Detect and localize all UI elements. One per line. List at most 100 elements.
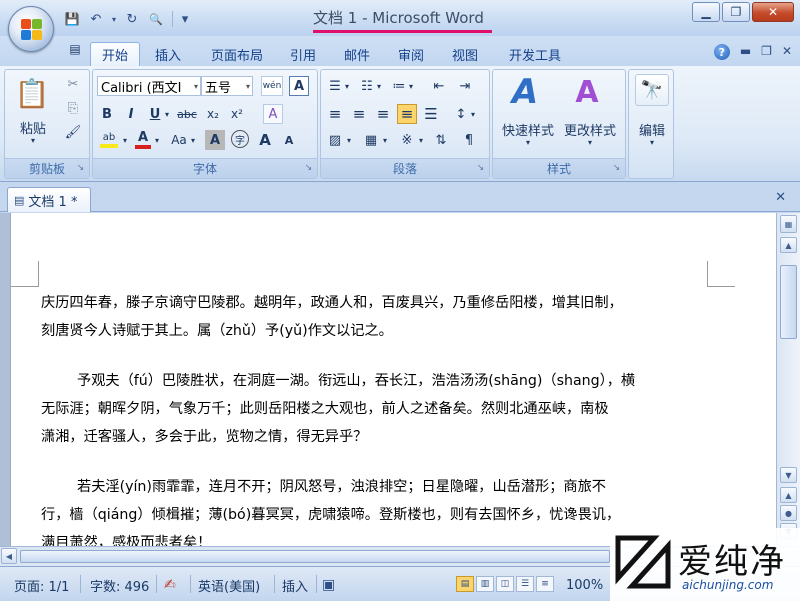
character-border-icon[interactable]: A xyxy=(289,76,309,96)
save-icon[interactable]: 💾 xyxy=(62,9,82,29)
restore-button[interactable]: ❐ xyxy=(722,2,750,22)
outline-view-icon[interactable]: ☰ xyxy=(516,576,534,592)
scroll-up-icon[interactable]: ▲ xyxy=(780,237,797,253)
superscript-icon[interactable]: x² xyxy=(227,104,247,124)
numbering-dropdown-icon[interactable]: ▾ xyxy=(375,76,383,96)
doc-minimize-icon[interactable]: ▬ xyxy=(740,44,751,60)
find-binoculars-icon[interactable]: 🔭 xyxy=(635,74,669,106)
horizontal-scroll-thumb[interactable] xyxy=(20,550,610,563)
quick-styles-dropdown-icon[interactable]: ▾ xyxy=(497,138,559,147)
document-tab[interactable]: ▤ 文档 1 * xyxy=(7,187,91,212)
change-styles-dropdown-icon[interactable]: ▾ xyxy=(559,138,621,147)
paragraph-launcher-icon[interactable]: ↘ xyxy=(475,163,486,174)
bullets-icon[interactable]: ☰ xyxy=(325,76,345,96)
enclose-characters-icon[interactable]: 字 xyxy=(231,130,249,148)
paste-dropdown-icon[interactable]: ▾ xyxy=(13,136,53,145)
increase-indent-icon[interactable]: ⇥ xyxy=(455,76,475,96)
justify-icon[interactable]: ≡ xyxy=(397,104,417,124)
center-icon[interactable]: ≡ xyxy=(349,104,369,124)
multilevel-list-icon[interactable]: ≔ xyxy=(389,76,409,96)
font-color-dropdown-icon[interactable]: ▾ xyxy=(153,130,161,150)
customize-qat-icon[interactable]: ▾ xyxy=(179,9,191,29)
editing-dropdown-icon[interactable]: ▾ xyxy=(631,138,673,147)
align-left-icon[interactable]: ≡ xyxy=(325,104,345,124)
tab-home[interactable]: 开始 xyxy=(90,42,140,66)
quick-styles-button[interactable]: 快速样式 xyxy=(497,120,559,139)
subscript-icon[interactable]: x₂ xyxy=(203,104,223,124)
doc-restore-icon[interactable]: ❐ xyxy=(761,44,772,60)
doc-close-icon[interactable]: ✕ xyxy=(782,44,792,60)
strikethrough-icon[interactable]: abc xyxy=(175,104,199,124)
document-page[interactable]: 庆历四年春，滕子京谪守巴陵郡。越明年，政通人和，百废具兴，乃重修岳阳楼，增其旧制… xyxy=(10,213,776,551)
distributed-icon[interactable]: ☰ xyxy=(421,104,441,124)
tab-review[interactable]: 审阅 xyxy=(388,42,434,66)
ruler-toggle-icon[interactable]: ▦ xyxy=(780,215,797,233)
highlight-dropdown-icon[interactable]: ▾ xyxy=(121,130,129,150)
vertical-scrollbar[interactable]: ▦ ▲ ▼ ▲ ● ▼ xyxy=(776,213,800,546)
underline-icon[interactable]: U xyxy=(145,104,165,124)
copy-icon[interactable]: ⎘ xyxy=(63,98,83,118)
clear-formatting-icon[interactable]: A xyxy=(263,104,283,124)
full-screen-reading-view-icon[interactable]: ▥ xyxy=(476,576,494,592)
close-button[interactable]: ✕ xyxy=(752,2,794,22)
undo-icon[interactable]: ↶ xyxy=(86,9,106,29)
doc-icon[interactable]: ▤ xyxy=(66,40,84,58)
tab-view[interactable]: 视图 xyxy=(442,42,488,66)
print-layout-view-icon[interactable]: ▤ xyxy=(456,576,474,592)
align-right-icon[interactable]: ≡ xyxy=(373,104,393,124)
web-layout-view-icon[interactable]: ◫ xyxy=(496,576,514,592)
font-color-icon[interactable]: A xyxy=(133,130,153,150)
asian-layout-dropdown-icon[interactable]: ▾ xyxy=(417,130,425,150)
underline-dropdown-icon[interactable]: ▾ xyxy=(163,104,171,124)
proofing-icon[interactable]: ✍ xyxy=(164,575,176,595)
redo-icon[interactable]: ↻ xyxy=(122,9,142,29)
shading-icon[interactable]: ▨ xyxy=(325,130,345,150)
cut-icon[interactable]: ✂ xyxy=(63,74,83,94)
sort-icon[interactable]: ⇅ xyxy=(431,130,451,150)
editing-button[interactable]: 编辑 xyxy=(631,120,673,139)
tab-mailings[interactable]: 邮件 xyxy=(334,42,380,66)
scroll-down-icon[interactable]: ▼ xyxy=(780,467,797,483)
paste-button[interactable]: 粘贴 xyxy=(13,118,53,137)
styles-launcher-icon[interactable]: ↘ xyxy=(611,163,622,174)
font-name-select[interactable]: Calibri (西文I ▾ xyxy=(97,76,201,96)
asian-layout-icon[interactable]: ※ xyxy=(397,130,417,150)
previous-page-icon[interactable]: ▲ xyxy=(780,487,797,503)
shrink-font-icon[interactable]: A xyxy=(279,130,299,150)
quick-styles-icon[interactable]: A xyxy=(505,72,545,112)
line-spacing-icon[interactable]: ↕ xyxy=(451,104,471,124)
tab-page-layout[interactable]: 页面布局 xyxy=(198,42,276,66)
text-highlight-icon[interactable]: ab xyxy=(97,130,121,150)
bold-icon[interactable]: B xyxy=(97,104,117,124)
page-count[interactable]: 页面: 1/1 xyxy=(14,575,69,595)
line-spacing-dropdown-icon[interactable]: ▾ xyxy=(469,104,477,124)
italic-icon[interactable]: I xyxy=(121,104,141,124)
change-styles-button[interactable]: 更改样式 xyxy=(559,120,621,139)
paste-icon[interactable]: 📋 xyxy=(13,74,51,112)
borders-icon[interactable]: ▦ xyxy=(361,130,381,150)
zoom-level[interactable]: 100% xyxy=(566,575,603,595)
format-painter-icon[interactable]: 🖌 xyxy=(63,122,83,142)
font-size-select[interactable]: 五号 ▾ xyxy=(201,76,253,96)
numbering-icon[interactable]: ☷ xyxy=(357,76,377,96)
language-indicator[interactable]: 英语(美国) xyxy=(198,575,260,595)
change-case-dropdown-icon[interactable]: ▾ xyxy=(189,130,197,150)
shading-dropdown-icon[interactable]: ▾ xyxy=(345,130,353,150)
scroll-left-icon[interactable]: ◀ xyxy=(1,548,17,564)
clipboard-launcher-icon[interactable]: ↘ xyxy=(75,163,86,174)
show-marks-icon[interactable]: ¶ xyxy=(459,130,479,150)
undo-dropdown-icon[interactable]: ▾ xyxy=(110,9,118,29)
minimize-button[interactable]: ▁ xyxy=(692,2,720,22)
select-browse-object-icon[interactable]: ● xyxy=(780,505,797,521)
decrease-indent-icon[interactable]: ⇤ xyxy=(429,76,449,96)
draft-view-icon[interactable]: ≡ xyxy=(536,576,554,592)
font-launcher-icon[interactable]: ↘ xyxy=(303,163,314,174)
character-shading-icon[interactable]: A xyxy=(205,130,225,150)
phonetic-guide-icon[interactable]: wén xyxy=(261,76,283,96)
multilevel-dropdown-icon[interactable]: ▾ xyxy=(407,76,415,96)
tab-references[interactable]: 引用 xyxy=(280,42,326,66)
office-button[interactable] xyxy=(8,6,54,52)
word-count[interactable]: 字数: 496 xyxy=(90,575,149,595)
macro-record-icon[interactable]: ▣ xyxy=(322,575,335,595)
vertical-scroll-thumb[interactable] xyxy=(780,265,797,339)
